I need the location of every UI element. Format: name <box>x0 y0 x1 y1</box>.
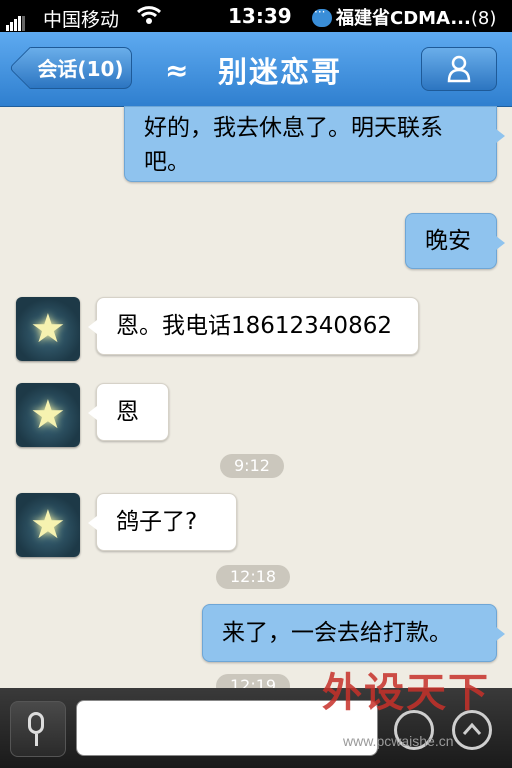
person-icon <box>447 55 471 83</box>
message-bubble-outgoing[interactable]: 来了，一会去给打款。 <box>202 604 505 662</box>
notification-count: (8) <box>470 8 497 29</box>
message-bubble-outgoing[interactable]: 晚安 <box>405 213 505 269</box>
star-avatar-icon: ★ <box>30 306 66 352</box>
microphone-stand <box>35 734 38 746</box>
back-to-conversations-button[interactable]: 会话(10) <box>30 47 132 89</box>
timestamp-divider: 12:18 <box>216 565 291 589</box>
message-text: 恩。我电话18612340862 <box>116 313 392 339</box>
message-text: 吧。 <box>144 149 190 175</box>
message-bubble-incoming[interactable]: 鸽子了? <box>88 493 237 551</box>
wifi-icon <box>136 2 162 33</box>
message-text: 鸽子了? <box>116 509 198 535</box>
chat-message-list[interactable]: 好的，我去休息了。明天联系 吧。 晚安 ★ 恩。我电话18612340862 ★… <box>0 106 512 688</box>
voice-input-button[interactable] <box>10 701 66 757</box>
chevron-up-icon <box>462 722 482 735</box>
message-text: 来了，一会去给打款。 <box>222 620 452 646</box>
site-watermark-url: www.pcwaishe.cn <box>343 733 454 749</box>
message-text: 恩 <box>116 399 139 425</box>
message-bubble-incoming[interactable]: 恩。我电话18612340862 <box>88 297 419 355</box>
star-avatar-icon: ★ <box>30 392 66 438</box>
message-bubble-incoming[interactable]: 恩 <box>88 383 169 441</box>
carrier-name: 中国移动 <box>43 9 120 31</box>
message-notification-icon <box>312 5 332 27</box>
clock: 13:39 <box>228 4 292 28</box>
message-text: 晚安 <box>425 228 471 254</box>
star-avatar-icon: ★ <box>30 502 66 548</box>
back-button-label: 会话(10) <box>37 57 124 81</box>
contact-profile-button[interactable] <box>421 47 497 91</box>
timestamp-divider: 9:12 <box>220 454 284 478</box>
microphone-icon <box>28 712 44 734</box>
contact-avatar[interactable]: ★ <box>16 297 80 361</box>
contact-avatar[interactable]: ★ <box>16 493 80 557</box>
notification-text: 福建省CDMA... <box>336 8 471 29</box>
timestamp-divider: 12:19 <box>216 674 291 688</box>
message-bubble-outgoing[interactable]: 好的，我去休息了。明天联系 吧。 <box>124 106 505 182</box>
signal-strength-icon <box>6 9 26 31</box>
notification-ticker: 福建省CDMA...(8) <box>312 4 496 30</box>
site-watermark-logo: 外设天下 <box>322 669 490 716</box>
wave-icon: ≈ <box>165 54 189 87</box>
status-bar: 中国移动 13:39 福建省CDMA...(8) <box>0 0 512 32</box>
message-text: 好的，我去休息了。明天联系 <box>144 115 443 141</box>
contact-avatar[interactable]: ★ <box>16 383 80 447</box>
chat-title: 别迷恋哥 <box>218 55 343 89</box>
